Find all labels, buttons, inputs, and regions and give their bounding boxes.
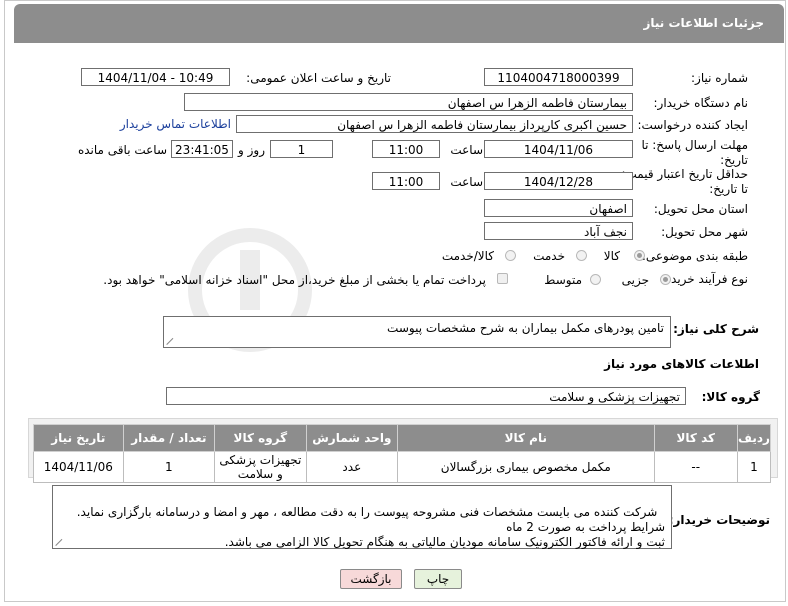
buyer-org-label: نام دستگاه خریدار: xyxy=(653,96,749,110)
items-table-header: ردیف کد کالا نام کالا واحد شمارش گروه کا… xyxy=(33,424,772,452)
price-date-field: 1404/12/28 xyxy=(484,172,633,190)
print-button[interactable]: چاپ xyxy=(414,569,462,589)
panel-title: جزئیات اطلاعات نیاز xyxy=(643,16,764,30)
treasury-note: پرداخت تمام یا بخشی از مبلغ خرید،از محل … xyxy=(103,273,486,287)
buyer-contact-link[interactable]: اطلاعات تماس خریدار xyxy=(120,117,231,131)
reply-time-label: ساعت xyxy=(450,143,483,157)
cell-need-date: 1404/11/06 xyxy=(33,451,124,483)
table-row: 1 -- مکمل مخصوص بیماری بزرگسالان عدد تجه… xyxy=(33,451,772,483)
price-deadline-label: حداقل تاریخ اعتبار قیمت: تا تاریخ: xyxy=(621,167,748,196)
public-date-field: 1404/11/04 - 10:49 xyxy=(81,68,230,86)
cell-row-number: 1 xyxy=(736,451,772,483)
col-need-date: تاریخ نیاز xyxy=(33,424,124,452)
panel-header: جزئیات اطلاعات نیاز xyxy=(14,4,784,43)
goods-group-label: گروه کالا: xyxy=(701,390,760,404)
day-and-label: روز و xyxy=(238,143,265,157)
buyer-notes-field: شرکت کننده می بایست مشخصات فنی مشروحه پی… xyxy=(52,485,672,549)
price-time-label: ساعت xyxy=(450,175,483,189)
resize-grip-icon[interactable] xyxy=(167,337,175,345)
buyer-notes-label: توضیحات خریدار: xyxy=(668,513,770,527)
need-number-field: 1104004718000399 xyxy=(484,68,633,86)
goods-group-field: تجهیزات پزشکی و سلامت xyxy=(166,387,686,405)
category-goods-radio[interactable] xyxy=(634,250,645,261)
reply-remaining-field: 23:41:05 xyxy=(171,140,233,158)
category-service-radio[interactable] xyxy=(576,250,587,261)
reply-days-field: 1 xyxy=(270,140,333,158)
process-minor-label: جزیی xyxy=(621,273,649,287)
items-table: ردیف کد کالا نام کالا واحد شمارش گروه کا… xyxy=(33,424,772,483)
buyer-notes-text: شرکت کننده می بایست مشخصات فنی مشروحه پی… xyxy=(76,505,665,549)
cell-group: تجهیزات پزشکی و سلامت xyxy=(214,451,307,483)
description-text: تامین پودرهای مکمل بیماران به شرح مشخصات… xyxy=(387,321,664,335)
price-time-field: 11:00 xyxy=(372,172,440,190)
reply-time-field: 11:00 xyxy=(372,140,440,158)
process-medium-label: متوسط xyxy=(544,273,582,287)
cell-unit: عدد xyxy=(305,451,399,483)
description-field: تامین پودرهای مکمل بیماران به شرح مشخصات… xyxy=(163,316,671,348)
category-both-label: کالا/خدمت xyxy=(441,249,494,263)
col-quantity: تعداد / مقدار xyxy=(122,424,216,452)
requester-field: حسین اکبری کارپرداز بیمارستان فاطمه الزه… xyxy=(236,115,633,133)
back-button[interactable]: بازگشت xyxy=(340,569,402,589)
city-label: شهر محل تحویل: xyxy=(661,225,748,239)
treasury-checkbox[interactable] xyxy=(497,273,508,284)
cell-quantity: 1 xyxy=(122,451,216,483)
goods-info-heading: اطلاعات کالاهای مورد نیاز xyxy=(604,357,759,371)
process-minor-radio[interactable] xyxy=(660,274,671,285)
category-both-radio[interactable] xyxy=(505,250,516,261)
col-item-code: کد کالا xyxy=(653,424,738,452)
cell-item-code: -- xyxy=(653,451,738,483)
process-medium-radio[interactable] xyxy=(590,274,601,285)
category-goods-label: کالا xyxy=(603,249,620,263)
need-number-label: شماره نیاز: xyxy=(691,71,748,85)
description-label: شرح کلی نیاز: xyxy=(673,322,759,336)
city-field: نجف آباد xyxy=(484,222,633,240)
process-type-label: نوع فرآیند خرید : xyxy=(663,272,748,286)
reply-deadline-label: مهلت ارسال پاسخ: تا تاریخ: xyxy=(641,138,748,167)
col-group: گروه کالا xyxy=(214,424,307,452)
col-row-number: ردیف xyxy=(736,424,772,452)
category-label: طبقه بندی موضوعی: xyxy=(641,249,748,263)
buyer-org-field: بیمارستان فاطمه الزهرا س اصفهان xyxy=(184,93,633,111)
category-service-label: خدمت xyxy=(533,249,565,263)
reply-date-field: 1404/11/06 xyxy=(484,140,633,158)
requester-label: ایجاد کننده درخواست: xyxy=(637,118,748,132)
col-unit: واحد شمارش xyxy=(305,424,399,452)
remaining-label: ساعت باقی مانده xyxy=(77,143,167,157)
col-item-name: نام کالا xyxy=(397,424,655,452)
province-label: استان محل تحویل: xyxy=(653,202,748,216)
cell-item-name: مکمل مخصوص بیماری بزرگسالان xyxy=(397,451,655,483)
resize-grip-icon[interactable] xyxy=(56,538,64,546)
public-date-label: تاریخ و ساعت اعلان عمومی: xyxy=(246,71,391,85)
province-field: اصفهان xyxy=(484,199,633,217)
